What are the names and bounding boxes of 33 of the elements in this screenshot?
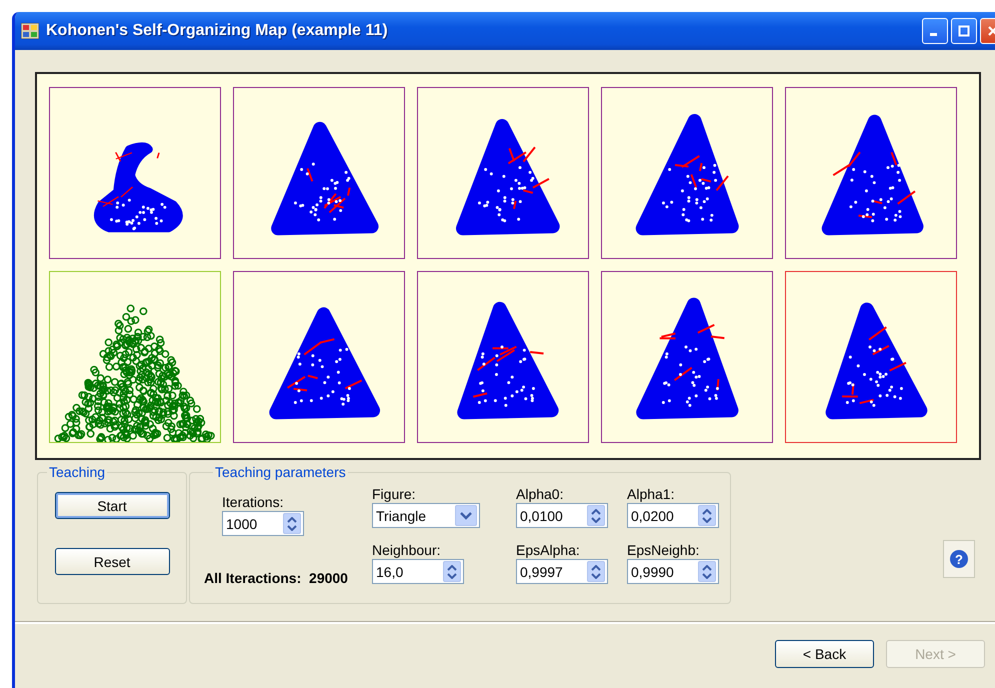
group-title: Teaching [48, 464, 106, 480]
field-label: Iterations: [222, 494, 284, 511]
spin-field[interactable]: 0,0100 [516, 503, 608, 528]
field-label: EpsNeighb: [627, 542, 700, 559]
field-label: Alpha1: [627, 486, 676, 503]
spin-arrows-icon[interactable] [587, 561, 605, 582]
field-label: Alpha0: [516, 486, 564, 503]
maximize-button[interactable] [951, 18, 977, 44]
spin-arrows-icon[interactable] [587, 505, 605, 526]
help-icon[interactable]: ? [950, 550, 968, 568]
minimize-button[interactable] [922, 18, 948, 44]
spin-arrows-icon[interactable] [283, 513, 301, 534]
field-label: Neighbour: [372, 542, 442, 559]
field-label: Figure: [372, 486, 417, 503]
spin-field[interactable]: 0,0200 [627, 503, 719, 528]
spin-field[interactable]: 0,9997 [516, 559, 608, 584]
minimize-icon [930, 33, 937, 36]
figure-dropdown[interactable]: Triangle [372, 503, 480, 528]
spin-field[interactable]: 1000 [222, 511, 304, 536]
maximize-icon [958, 25, 970, 37]
start-button[interactable]: Start [54, 492, 170, 519]
total-iterations-label: All Iteractions: 29000 [204, 570, 349, 588]
app-icon [21, 23, 39, 39]
window-title: Kohonen's Self-Organizing Map (example 11) [46, 22, 389, 40]
reset-button[interactable]: Reset [54, 548, 170, 575]
spin-field[interactable]: 16,0 [372, 559, 464, 584]
group-title: Teaching parameters [214, 464, 347, 480]
spin-field[interactable]: 0,9990 [627, 559, 719, 584]
spin-arrows-icon[interactable] [443, 561, 461, 582]
spin-arrows-icon[interactable] [698, 561, 716, 582]
spin-arrows-icon[interactable] [698, 505, 716, 526]
back-button[interactable]: < Back [775, 640, 874, 668]
field-label: EpsAlpha: [516, 542, 581, 559]
